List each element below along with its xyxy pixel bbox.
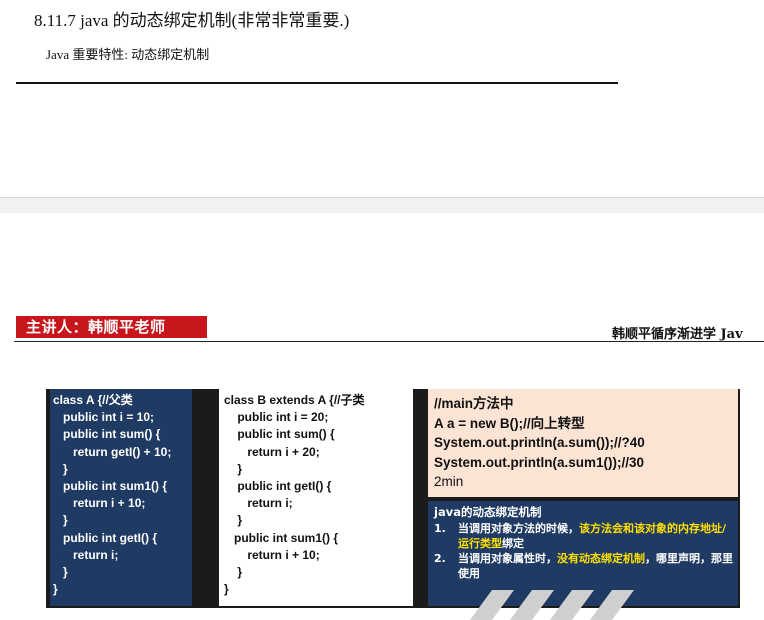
main-line-time: 2min [434, 474, 464, 489]
class-b-code: class B extends A {//子类 public int i = 2… [219, 389, 413, 606]
section-subtext: Java 重要特性: 动态绑定机制 [46, 47, 210, 62]
code-slide: class A {//父类 public int i = 10; public … [46, 389, 740, 608]
main-line: A a = new B();//向上转型 [434, 415, 585, 431]
main-line: System.out.println(a.sum1());//30 [434, 454, 645, 470]
course-brand: 韩顺平循序渐进学 Jav [612, 327, 743, 342]
rule-text: 当调用对象方法的时候，该方法会和该对象的内存地址/运行类型绑定 [458, 521, 734, 551]
rule-item: 1. 当调用对象方法的时候，该方法会和该对象的内存地址/运行类型绑定 [434, 521, 734, 551]
watermark-stripes [470, 590, 634, 620]
main-line: //main方法中 [434, 396, 514, 411]
rule-highlight: 没有动态绑定机制 [557, 552, 645, 565]
slide-divider [14, 341, 764, 342]
main-line: System.out.println(a.sum());//?40 [434, 435, 645, 450]
rule-number: 1. [434, 522, 446, 535]
rule-text-part: 绑定 [502, 537, 524, 550]
rule-text-part: 当调用对象方法的时候， [458, 522, 579, 535]
rule-item: 2. 当调用对象属性时，没有动态绑定机制，哪里声明，那里使用 [434, 551, 734, 581]
dynamic-binding-title: java的动态绑定机制 [434, 505, 542, 519]
main-method-box: //main方法中 A a = new B();//向上转型 System.ou… [428, 389, 738, 497]
section-heading: 8.11.7 java 的动态绑定机制(非常非常重要.) [34, 11, 350, 30]
lecturer-banner: 主讲人：韩顺平老师 [16, 316, 207, 338]
rule-text: 当调用对象属性时，没有动态绑定机制，哪里声明，那里使用 [458, 551, 734, 581]
divider-rule [16, 82, 618, 84]
class-a-code: class A {//父类 public int i = 10; public … [50, 389, 192, 606]
rule-text-part: 当调用对象属性时， [458, 552, 557, 565]
rule-number: 2. [434, 552, 446, 565]
